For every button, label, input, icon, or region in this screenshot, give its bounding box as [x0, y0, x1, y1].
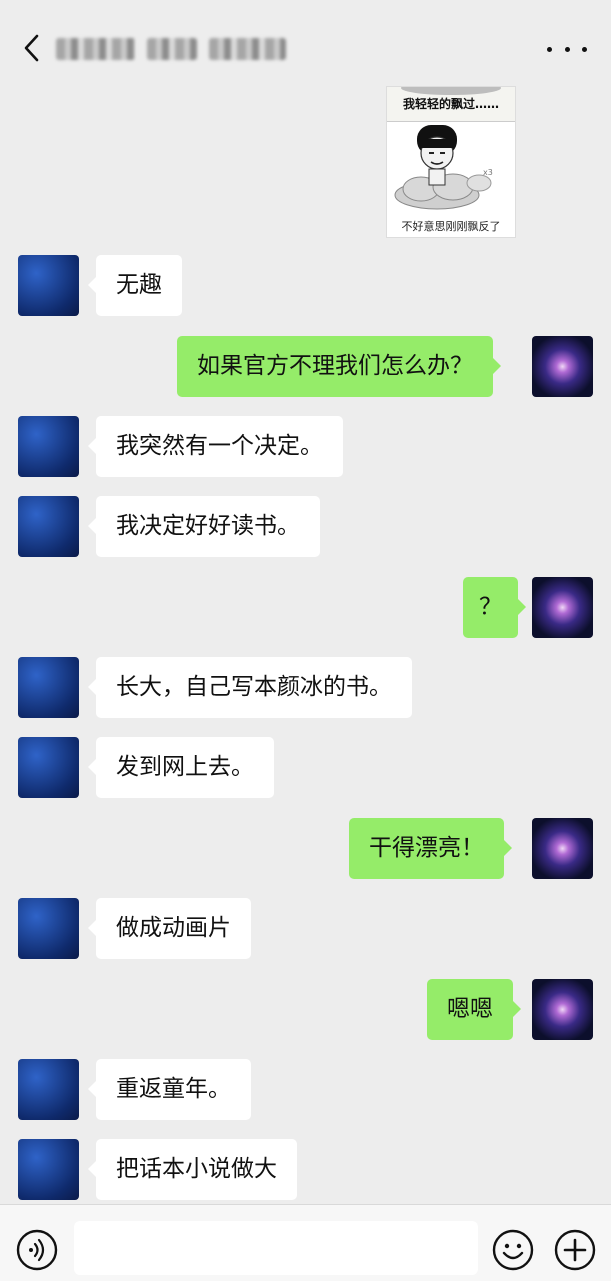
sticker-caption-bottom: 不好意思刚刚飘反了: [401, 220, 501, 233]
contact-avatar[interactable]: [18, 737, 79, 798]
voice-icon: [16, 1229, 58, 1271]
contact-avatar[interactable]: [18, 496, 79, 557]
svg-text:x3: x3: [483, 168, 493, 177]
sticker-top-panel: 我轻轻的飘过……: [387, 87, 515, 122]
message-bubble[interactable]: 无趣: [88, 255, 182, 316]
contact-avatar[interactable]: [18, 255, 79, 316]
message-bubble[interactable]: 把话本小说做大: [88, 1139, 297, 1200]
plus-icon: [554, 1229, 596, 1271]
more-dots-icon: [547, 46, 552, 52]
message-row: 长大，自己写本颜冰的书。: [0, 657, 611, 719]
cloud-icon: [401, 87, 501, 95]
message-bubble[interactable]: 长大，自己写本颜冰的书。: [88, 657, 412, 718]
back-button[interactable]: [14, 30, 50, 66]
message-row: 重返童年。: [0, 1059, 611, 1121]
sticker-caption-top: 我轻轻的飘过……: [402, 97, 499, 111]
input-bar: [0, 1204, 611, 1281]
contact-avatar[interactable]: [18, 657, 79, 718]
chevron-left-icon: [24, 34, 39, 62]
self-avatar[interactable]: [532, 336, 593, 397]
emoji-icon: [492, 1229, 534, 1271]
message-row: 我突然有一个决定。: [0, 416, 611, 478]
message-bubble[interactable]: ？: [463, 577, 526, 638]
message-row: ？: [0, 577, 611, 639]
message-bubble[interactable]: 干得漂亮！: [349, 818, 512, 879]
self-avatar[interactable]: [532, 818, 593, 879]
message-bubble[interactable]: 我突然有一个决定。: [88, 416, 343, 477]
meme-face-on-cloud-icon: x3: [394, 125, 493, 210]
message-bubble[interactable]: 如果官方不理我们怎么办？: [177, 336, 501, 397]
message-bubble[interactable]: 重返童年。: [88, 1059, 251, 1120]
self-avatar[interactable]: [532, 979, 593, 1040]
message-input[interactable]: [74, 1221, 478, 1275]
contact-avatar[interactable]: [18, 898, 79, 959]
message-row: 我决定好好读书。: [0, 496, 611, 558]
more-functions-button[interactable]: [554, 1229, 596, 1271]
chat-title-blurred: [56, 34, 286, 64]
message-row: 嗯嗯: [0, 979, 611, 1041]
self-avatar[interactable]: [532, 577, 593, 638]
message-bubble[interactable]: 嗯嗯: [427, 979, 521, 1040]
message-row: 发到网上去。: [0, 737, 611, 799]
contact-avatar[interactable]: [18, 1139, 79, 1200]
emoji-button[interactable]: [492, 1229, 534, 1271]
message-row: 如果官方不理我们怎么办？: [0, 336, 611, 398]
message-bubble[interactable]: 发到网上去。: [88, 737, 274, 798]
more-button[interactable]: [547, 36, 587, 62]
message-bubble[interactable]: 做成动画片: [88, 898, 251, 959]
message-bubble[interactable]: 我决定好好读书。: [88, 496, 320, 557]
message-row: 干得漂亮！: [0, 818, 611, 880]
voice-button[interactable]: [16, 1229, 58, 1271]
meme-sticker[interactable]: 我轻轻的飘过…… x3 不好意思刚刚飘反了: [386, 86, 516, 238]
message-row: 把话本小说做大: [0, 1139, 611, 1201]
contact-avatar[interactable]: [18, 416, 79, 477]
contact-avatar[interactable]: [18, 1059, 79, 1120]
message-row: 无趣: [0, 255, 611, 317]
message-row: 做成动画片: [0, 898, 611, 960]
chat-header: [0, 0, 611, 86]
